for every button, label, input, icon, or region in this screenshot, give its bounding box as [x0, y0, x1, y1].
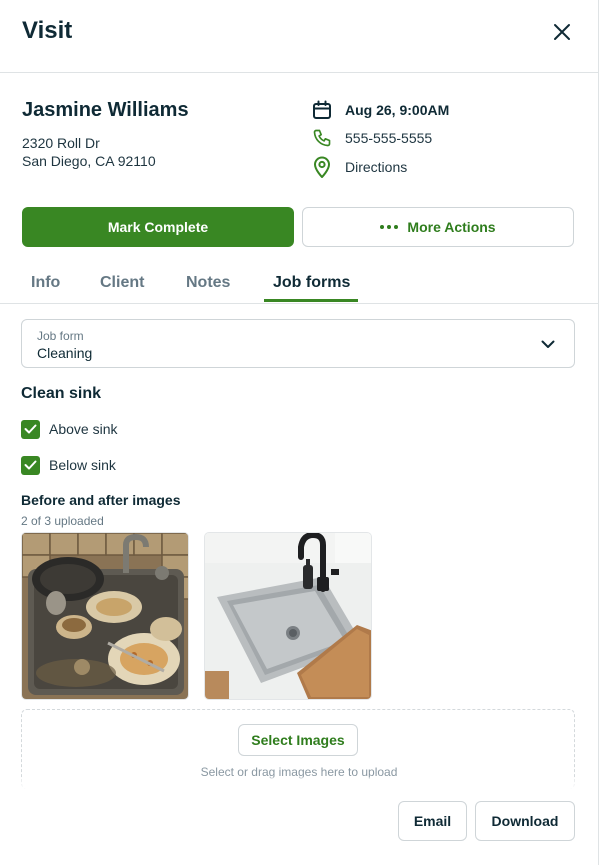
- checkbox-label: Above sink: [49, 421, 118, 437]
- phone-row[interactable]: 555-555-5555: [311, 127, 432, 149]
- tab-client[interactable]: Client: [100, 274, 144, 292]
- images-title: Before and after images: [21, 492, 181, 508]
- calendar-icon: [311, 99, 333, 121]
- directions-link[interactable]: Directions: [345, 159, 407, 175]
- tab-job-forms[interactable]: Job forms: [273, 274, 350, 292]
- map-pin-icon: [311, 156, 333, 178]
- checkbox-label: Below sink: [49, 457, 116, 473]
- visit-date-row: Aug 26, 9:00AM: [311, 99, 449, 121]
- more-actions-label: More Actions: [407, 219, 496, 235]
- client-name: Jasmine Williams: [22, 99, 189, 121]
- address-line-2: San Diego, CA 92110: [22, 153, 156, 169]
- directions-row[interactable]: Directions: [311, 156, 407, 178]
- select-images-button[interactable]: Select Images: [238, 724, 358, 756]
- download-button[interactable]: Download: [475, 801, 575, 841]
- job-form-value: Cleaning: [37, 345, 93, 361]
- before-image[interactable]: [21, 532, 189, 700]
- phone-icon: [311, 127, 333, 149]
- section-title: Clean sink: [21, 385, 102, 402]
- more-actions-button[interactable]: More Actions: [302, 207, 574, 247]
- email-button[interactable]: Email: [398, 801, 467, 841]
- job-form-select[interactable]: Job form Cleaning: [21, 319, 575, 368]
- page-title: Visit: [22, 17, 73, 44]
- mark-complete-button[interactable]: Mark Complete: [22, 207, 294, 247]
- more-dots-icon: [380, 225, 399, 229]
- checkbox-above-sink[interactable]: Above sink: [21, 419, 117, 439]
- phone-number[interactable]: 555-555-5555: [345, 130, 432, 146]
- scroll-fade: [0, 777, 598, 795]
- active-tab-indicator: [264, 299, 358, 302]
- checkbox-below-sink[interactable]: Below sink: [21, 455, 116, 475]
- checkbox-checked-icon[interactable]: [21, 419, 40, 439]
- checkbox-checked-icon[interactable]: [21, 455, 40, 475]
- tab-notes[interactable]: Notes: [186, 274, 230, 292]
- tab-info[interactable]: Info: [31, 274, 60, 292]
- close-button[interactable]: [548, 18, 576, 46]
- visit-panel: Visit Jasmine Williams 2320 Roll Dr San …: [0, 0, 599, 865]
- panel-header: Visit: [0, 0, 598, 73]
- visit-date: Aug 26, 9:00AM: [345, 102, 450, 118]
- job-form-label: Job form: [37, 329, 84, 343]
- close-icon: [554, 24, 570, 40]
- images-count: 2 of 3 uploaded: [21, 514, 104, 528]
- after-image[interactable]: [204, 532, 372, 700]
- tab-bar: Info Client Notes Job forms: [0, 264, 598, 304]
- chevron-down-icon: [538, 334, 558, 354]
- address-line-1: 2320 Roll Dr: [22, 135, 100, 151]
